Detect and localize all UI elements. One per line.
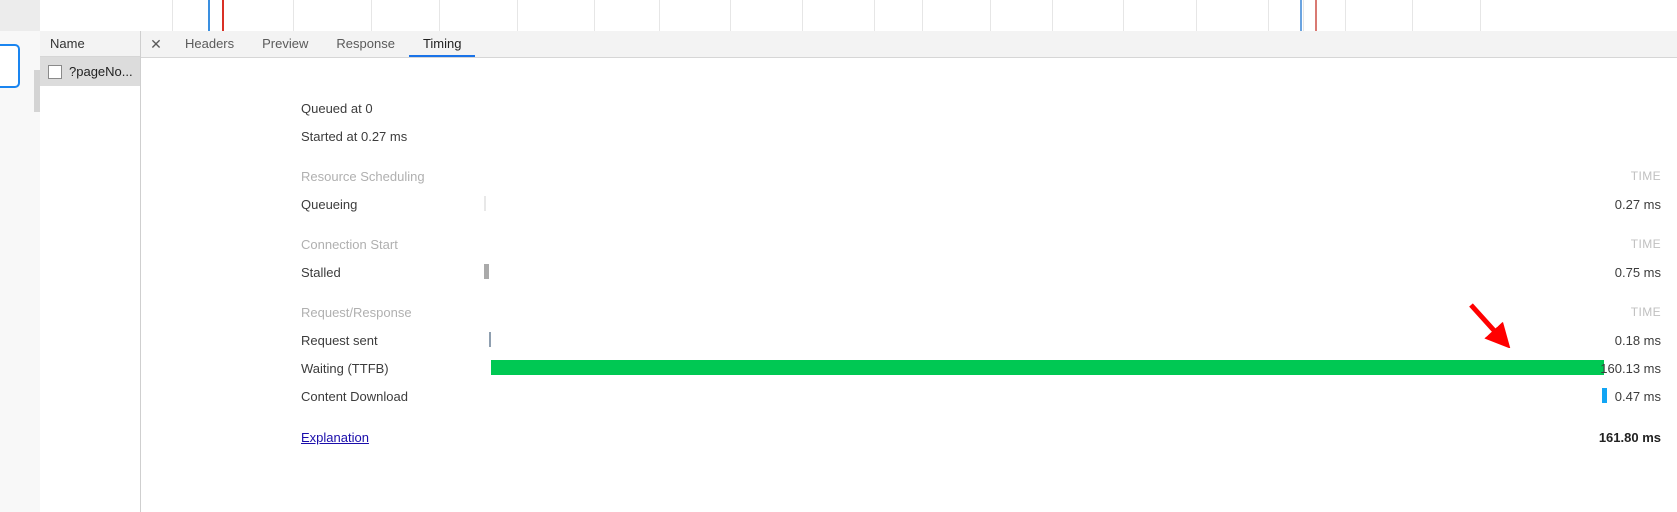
explanation-link[interactable]: Explanation — [301, 430, 369, 445]
overview-time-divider — [1196, 0, 1197, 31]
group-title: Connection Start — [301, 236, 398, 252]
timing-row-label: Content Download — [301, 388, 408, 404]
load-event-marker-2 — [1315, 0, 1317, 31]
timing-row-content-download[interactable]: Content Download 0.47 ms — [141, 382, 1677, 410]
timing-row-time: 0.18 ms — [1614, 332, 1661, 348]
timing-row-label: Waiting (TTFB) — [301, 360, 389, 376]
timing-row-request-sent[interactable]: Request sent 0.18 ms — [141, 326, 1677, 354]
overview-time-divider — [293, 0, 294, 31]
overview-time-divider — [730, 0, 731, 31]
detail-tab-bar: ✕ Headers Preview Response Timing — [141, 31, 1677, 58]
overview-time-divider — [1268, 0, 1269, 31]
overview-time-divider — [172, 0, 173, 31]
request-list-panel: Name ?pageNo... — [40, 31, 141, 512]
timing-row-stalled[interactable]: Stalled 0.75 ms — [141, 258, 1677, 286]
network-overview-timeline[interactable] — [40, 0, 1677, 32]
timing-bar-waiting-ttfb — [491, 360, 1604, 375]
time-column-header: TIME — [1630, 169, 1661, 183]
column-header-name[interactable]: Name — [40, 31, 140, 57]
tab-timing[interactable]: Timing — [408, 31, 476, 57]
request-list-row[interactable]: ?pageNo... — [40, 57, 140, 86]
queued-at-label: Queued at 0 — [301, 100, 373, 116]
time-column-header: TIME — [1630, 237, 1661, 251]
overview-time-divider — [594, 0, 595, 31]
timing-row-label: Stalled — [301, 264, 341, 280]
focused-element-outline[interactable] — [0, 44, 20, 88]
overview-time-divider — [922, 0, 923, 31]
overview-time-divider — [1123, 0, 1124, 31]
tab-response[interactable]: Response — [322, 31, 409, 57]
timing-bar-stalled — [484, 264, 489, 279]
group-header-connection-start: Connection Start TIME — [141, 230, 1677, 258]
timing-footer-row: Explanation 161.80 ms — [141, 423, 1677, 451]
group-header-resource-scheduling: Resource Scheduling TIME — [141, 162, 1677, 190]
load-event-marker — [222, 0, 224, 31]
request-name-label: ?pageNo... — [69, 64, 133, 79]
started-at-row: Started at 0.27 ms — [141, 122, 1677, 150]
timing-bar-request-sent — [489, 332, 491, 347]
overview-time-divider — [371, 0, 372, 31]
overview-time-divider — [1412, 0, 1413, 31]
overview-time-divider — [1345, 0, 1346, 31]
timing-bar-queueing — [484, 196, 486, 211]
request-detail-panel: ✕ Headers Preview Response Timing Queued… — [141, 31, 1677, 512]
overview-time-divider — [1303, 0, 1304, 31]
timing-bar-content-download — [1602, 388, 1607, 403]
close-icon[interactable]: ✕ — [141, 31, 171, 57]
overview-time-divider — [802, 0, 803, 31]
timing-row-queueing[interactable]: Queueing 0.27 ms — [141, 190, 1677, 218]
dom-content-loaded-marker-2 — [1300, 0, 1302, 31]
overview-time-divider — [1480, 0, 1481, 31]
timing-row-time: 160.13 ms — [1600, 360, 1661, 376]
queued-at-row: Queued at 0 — [141, 94, 1677, 122]
tab-preview[interactable]: Preview — [248, 31, 322, 57]
page-background-top — [0, 0, 40, 31]
tab-headers[interactable]: Headers — [171, 31, 248, 57]
dom-content-loaded-marker — [208, 0, 210, 31]
timing-content: Queued at 0 Started at 0.27 ms Resource … — [141, 58, 1677, 512]
timing-row-time: 0.27 ms — [1614, 196, 1661, 212]
overview-time-divider — [1052, 0, 1053, 31]
overview-time-divider — [439, 0, 440, 31]
overview-time-divider — [659, 0, 660, 31]
request-checkbox[interactable] — [48, 64, 62, 79]
time-column-header: TIME — [1630, 305, 1661, 319]
overview-time-divider — [990, 0, 991, 31]
timing-row-time: 0.75 ms — [1614, 264, 1661, 280]
timing-row-time: 0.47 ms — [1614, 388, 1661, 404]
total-time-value: 161.80 ms — [1598, 429, 1661, 445]
overview-time-divider — [874, 0, 875, 31]
timing-row-label: Request sent — [301, 332, 378, 348]
timing-row-label: Queueing — [301, 196, 358, 212]
started-at-label: Started at 0.27 ms — [301, 128, 408, 144]
group-title: Resource Scheduling — [301, 168, 425, 184]
overview-time-divider — [517, 0, 518, 31]
group-header-request-response: Request/Response TIME — [141, 298, 1677, 326]
group-title: Request/Response — [301, 304, 412, 320]
timing-row-waiting-ttfb[interactable]: Waiting (TTFB) 160.13 ms — [141, 354, 1677, 382]
